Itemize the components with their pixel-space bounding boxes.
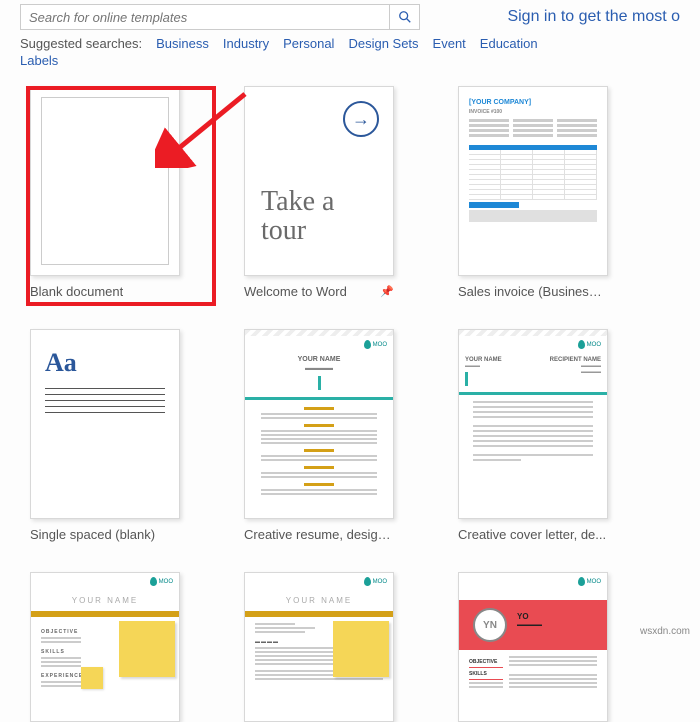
search-icon [398,10,412,24]
suggest-link-personal[interactable]: Personal [283,36,334,51]
invoice-number: INVOICE #100 [469,109,597,115]
suggested-searches-label: Suggested searches: [20,36,142,51]
moo-logo-icon [364,340,371,349]
section-objective: OBJECTIVE [469,659,503,665]
suggest-link-design-sets[interactable]: Design Sets [348,36,418,51]
template-thumbnail: → Take a tour [244,86,394,276]
template-single-spaced[interactable]: Aa Single spaced (blank) [30,329,180,542]
template-thumbnail: MOO YOUR NAME▬▬▬ RECIPIENT NAME▬▬▬▬▬▬▬▬ [458,329,608,519]
moo-label: MOO [159,579,173,585]
template-thumbnail: Aa [30,329,180,519]
moo-logo-icon [578,340,585,349]
moo-logo-icon [364,577,371,586]
section-skills: SKILLS [469,671,503,677]
template-sales-invoice[interactable]: [YOUR COMPANY] INVOICE #100 [458,86,608,299]
template-thumbnail: MOO YN YO ▬▬▬▬▬ OBJECTIVE SKILLS [458,572,608,722]
template-yn-resume[interactable]: MOO YN YO ▬▬▬▬▬ OBJECTIVE SKILLS [458,572,608,722]
template-title: Sales invoice (Business ... [458,284,608,299]
yn-name: YO [517,612,529,621]
moo-label: MOO [373,579,387,585]
moo-logo-icon [578,577,585,586]
template-creative-resume[interactable]: MOO YOUR NAME▬▬▬▬ Creative resume, desig… [244,329,394,542]
initials-circle: YN [473,608,507,642]
invoice-company: [YOUR COMPANY] [469,99,597,106]
suggest-link-business[interactable]: Business [156,36,209,51]
search-input[interactable] [21,5,389,29]
resume-name: YOUR NAME [298,356,341,363]
template-blank-document[interactable]: Blank document [30,86,180,299]
moo-label: MOO [373,342,387,348]
suggest-link-industry[interactable]: Industry [223,36,269,51]
search-button[interactable] [389,5,419,29]
tour-text-line1: Take a [261,186,334,217]
suggest-link-education[interactable]: Education [480,36,538,51]
template-welcome-to-word[interactable]: → Take a tour Welcome to Word 📌 [244,86,394,299]
template-polished-2[interactable]: MOO YOUR NAME ▬▬▬▬ [244,572,394,722]
template-title: Creative resume, design... [244,527,394,542]
moo-label: MOO [587,579,601,585]
template-creative-cover-letter[interactable]: MOO YOUR NAME▬▬▬ RECIPIENT NAME▬▬▬▬▬▬▬▬ … [458,329,608,542]
template-gallery: Blank document → Take a tour Welcome to … [0,68,700,722]
template-thumbnail: MOO YOUR NAME OBJECTIVE SKILLS EXPERIENC… [30,572,180,722]
watermark: wsxdn.com [640,626,690,637]
template-polished-1[interactable]: MOO YOUR NAME OBJECTIVE SKILLS EXPERIENC… [30,572,180,722]
cover-recipient: RECIPIENT NAME [533,357,601,363]
suggest-link-event[interactable]: Event [433,36,466,51]
template-title: Welcome to Word [244,284,347,299]
suggest-link-labels[interactable]: Labels [20,53,58,68]
polished-name: YOUR NAME [245,590,393,605]
moo-logo-icon [150,577,157,586]
moo-label: MOO [587,342,601,348]
tour-text-line2: tour [261,215,306,246]
template-thumbnail: MOO YOUR NAME▬▬▬▬ [244,329,394,519]
search-box[interactable] [20,4,420,30]
sign-in-link[interactable]: Sign in to get the most o [507,8,680,26]
template-thumbnail [30,86,180,276]
template-title: Single spaced (blank) [30,527,155,542]
template-title: Creative cover letter, de... [458,527,606,542]
pin-icon[interactable]: 📌 [380,285,394,298]
template-thumbnail: [YOUR COMPANY] INVOICE #100 [458,86,608,276]
template-thumbnail: MOO YOUR NAME ▬▬▬▬ [244,572,394,722]
arrow-right-icon: → [343,101,379,137]
cover-sender: YOUR NAME [465,357,533,363]
template-title: Blank document [30,284,123,299]
heading-sample: Aa [45,348,179,378]
polished-name: YOUR NAME [31,590,179,605]
